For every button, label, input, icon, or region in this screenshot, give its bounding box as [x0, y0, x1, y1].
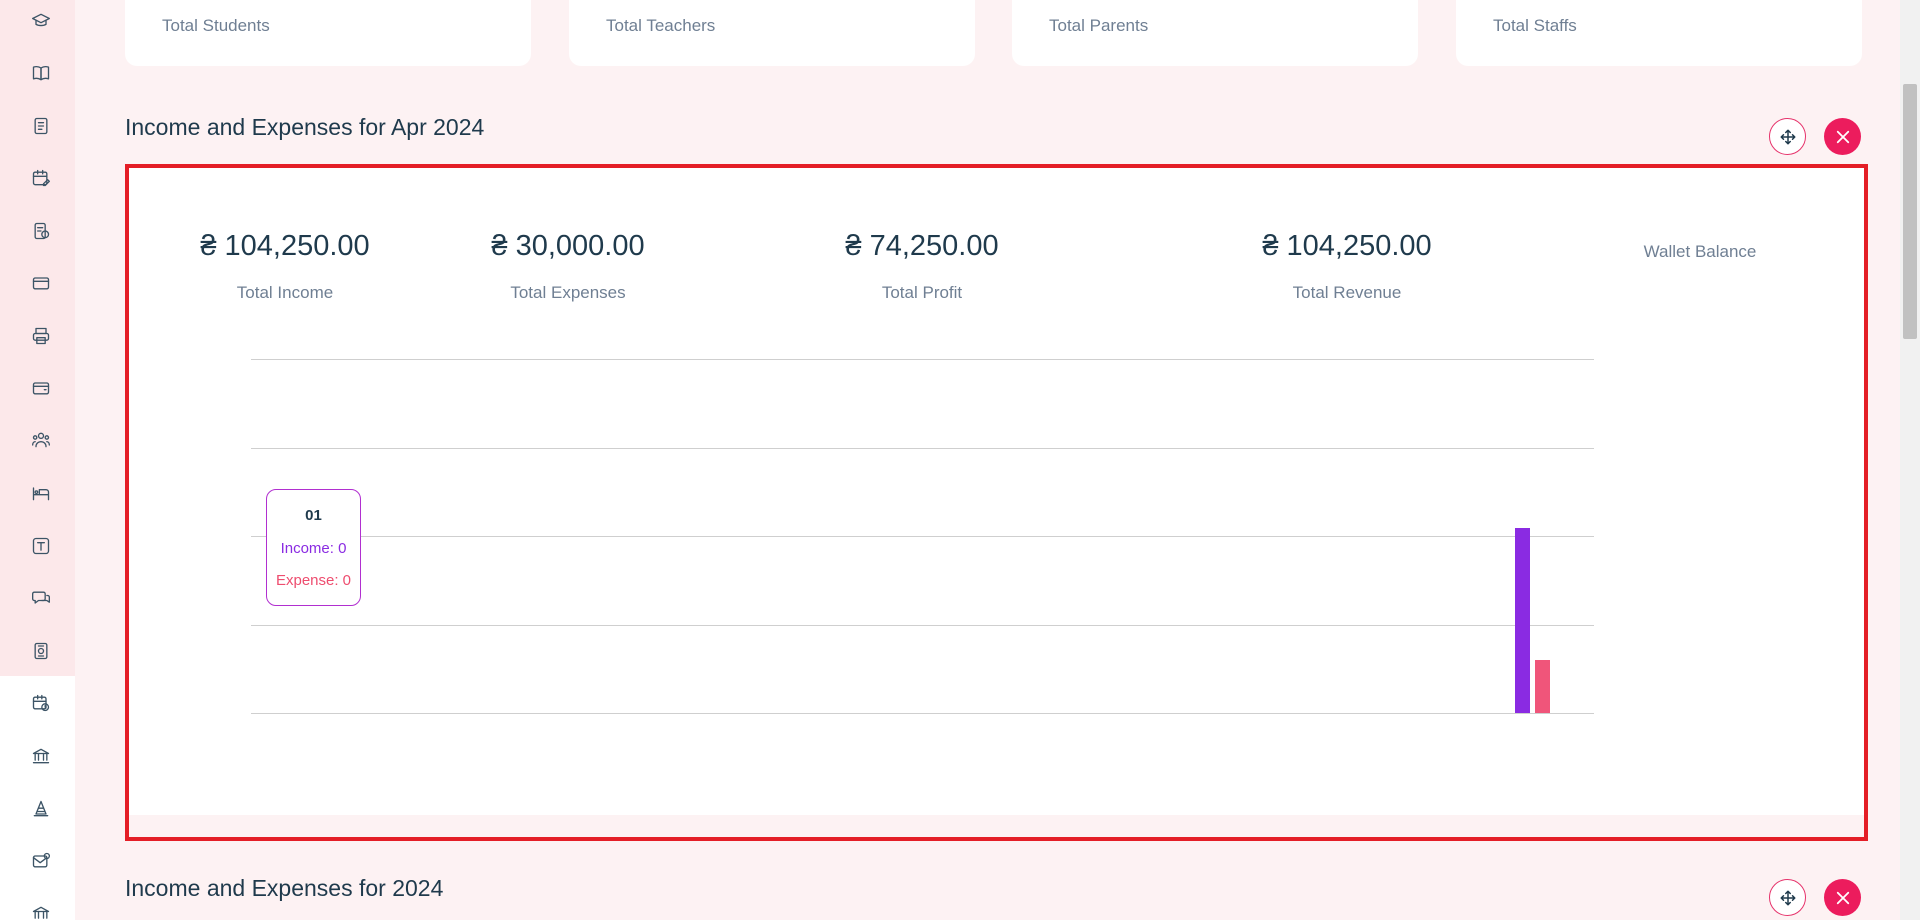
bank-icon-2: [32, 906, 50, 920]
close-widget-button-2[interactable]: [1824, 879, 1861, 916]
sidebar-item-printer[interactable]: [26, 321, 56, 351]
sidebar-item-mail-check[interactable]: [26, 846, 56, 876]
kpi-total-income-value: ₴ 104,250.00: [200, 230, 370, 262]
stat-card-students[interactable]: Total Students: [125, 0, 531, 66]
income-expense-panel: [129, 168, 1864, 815]
sidebar-item-invoice[interactable]: [26, 636, 56, 666]
tooltip-title: 01: [305, 507, 322, 524]
sidebar-item-bank[interactable]: [26, 741, 56, 771]
sidebar-item-card[interactable]: [26, 268, 56, 298]
stat-card-label: Total Parents: [1049, 16, 1149, 35]
calendar-edit-icon: [32, 169, 50, 187]
chart-gridline: [251, 536, 1594, 537]
cone-icon: [33, 800, 49, 817]
move-icon: [1780, 129, 1795, 144]
sidebar-item-document[interactable]: [26, 111, 56, 141]
stat-card-parents[interactable]: Total Parents: [1012, 0, 1418, 66]
stat-card-staffs[interactable]: Total Staffs: [1456, 0, 1862, 66]
stat-card-label: Total Teachers: [606, 16, 716, 35]
kpi-total-profit-label: Total Profit: [881, 283, 963, 302]
invoice-icon: [34, 642, 48, 660]
move-widget-button[interactable]: [1769, 118, 1806, 155]
sidebar-item-cone[interactable]: [26, 794, 56, 824]
close-icon: [1836, 130, 1849, 143]
chart-gridline: [251, 713, 1594, 714]
move-widget-button-2[interactable]: [1769, 879, 1806, 916]
chat-icon: [31, 591, 50, 604]
sidebar-item-wallet[interactable]: [26, 373, 56, 403]
sidebar-item-bed[interactable]: [26, 478, 56, 508]
card-icon: [32, 277, 50, 290]
sidebar-item-book[interactable]: [26, 58, 56, 88]
kpi-total-revenue-value: ₴ 104,250.00: [1262, 230, 1432, 262]
kpi-wallet-balance-label: Wallet Balance: [1643, 242, 1757, 261]
sidebar-item-bank[interactable]: [26, 899, 56, 920]
kpi-total-profit-value: ₴ 74,250.00: [845, 230, 999, 262]
chart-gridline: [251, 625, 1594, 626]
bed-icon: [32, 487, 50, 501]
kpi-total-expenses-value: ₴ 30,000.00: [491, 230, 645, 262]
fees-icon: [34, 222, 50, 240]
section-title-month: Income and Expenses for Apr 2024: [125, 114, 485, 140]
sidebar-item-chat[interactable]: [26, 583, 56, 613]
bank-icon: [32, 748, 50, 764]
tooltip-expense: Expense: 0: [275, 572, 352, 589]
stat-card-label: Total Staffs: [1493, 16, 1577, 35]
chart-gridline: [251, 448, 1594, 449]
sidebar-item-users[interactable]: [26, 425, 56, 455]
sidebar-item-calendar-clock[interactable]: [26, 688, 56, 718]
document-icon: [34, 117, 48, 135]
scrollbar-thumb[interactable]: [1903, 84, 1917, 339]
sidebar-item-fees[interactable]: [26, 216, 56, 246]
sidebar-item-text[interactable]: [26, 531, 56, 561]
wallet-icon: [32, 382, 50, 395]
tooltip-income: Income: 0: [280, 540, 347, 557]
stat-card-teachers[interactable]: Total Teachers: [569, 0, 975, 66]
book-icon: [32, 65, 50, 81]
stat-card-label: Total Students: [162, 16, 270, 35]
close-icon: [1836, 891, 1849, 904]
chart-bar-income[interactable]: [1515, 528, 1530, 713]
scrollbar-track[interactable]: [1900, 0, 1920, 920]
sidebar-item-calendar-edit[interactable]: [26, 163, 56, 193]
move-icon: [1780, 890, 1795, 905]
close-widget-button[interactable]: [1824, 118, 1861, 155]
chart-tooltip: 01 Income: 0 Expense: 0: [266, 489, 361, 606]
sidebar-item-graduation-cap[interactable]: [26, 6, 56, 36]
graduation-cap-icon: [31, 13, 50, 27]
text-icon: [32, 537, 50, 555]
chart-gridline: [251, 359, 1594, 360]
calendar-clock-icon: [32, 694, 50, 712]
mail-check-icon: [32, 852, 50, 868]
chart-bar-expense[interactable]: [1535, 659, 1550, 713]
kpi-total-income-label: Total Income: [236, 283, 334, 302]
users-icon: [31, 432, 50, 448]
kpi-total-revenue-label: Total Revenue: [1292, 283, 1402, 302]
kpi-total-expenses-label: Total Expenses: [510, 283, 626, 302]
printer-icon: [32, 327, 50, 345]
section-title-year: Income and Expenses for 2024: [125, 875, 444, 901]
